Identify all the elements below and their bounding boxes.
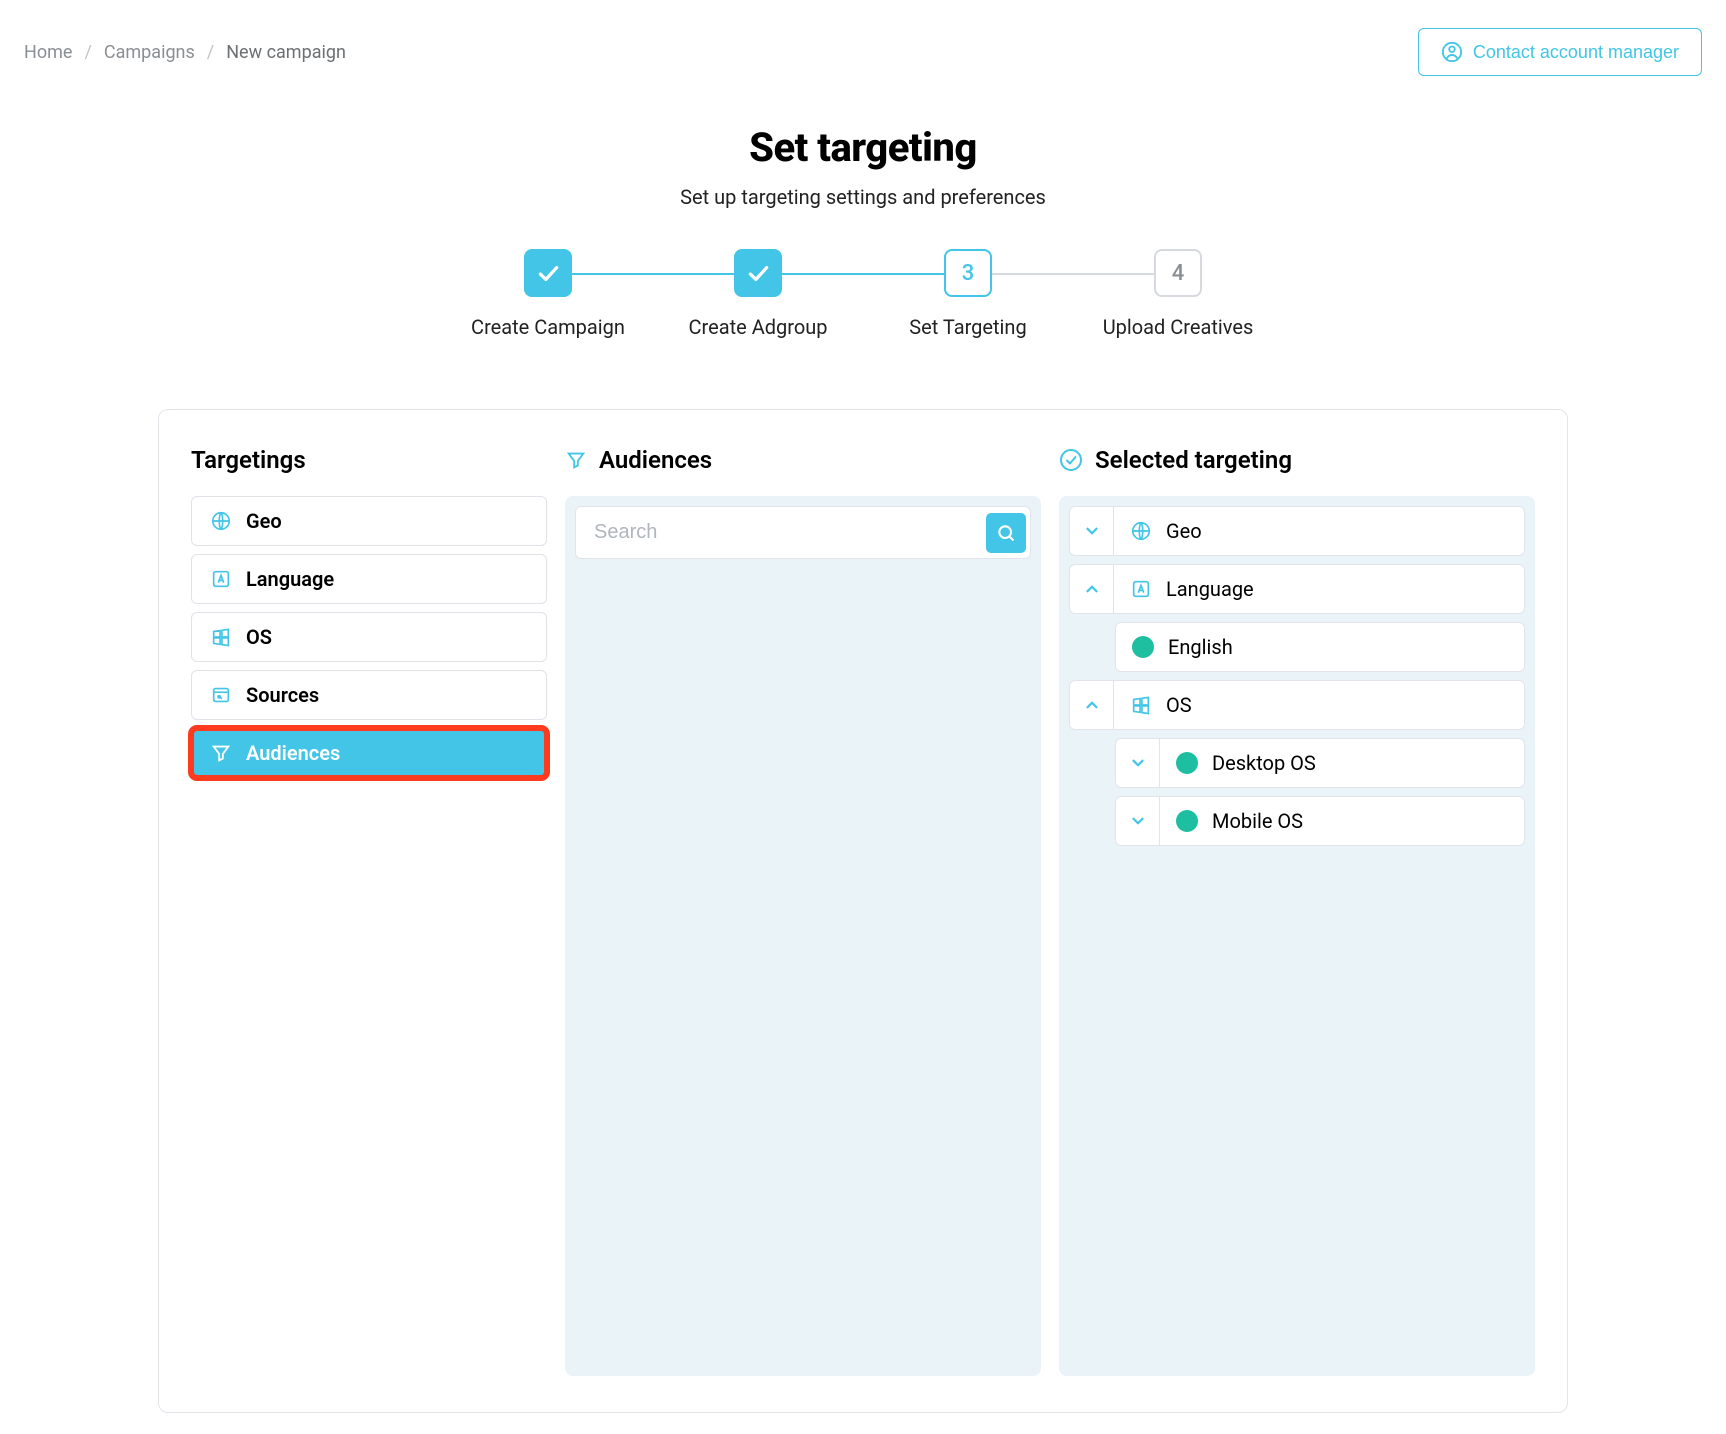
step-set-targeting[interactable]: 3 Set Targeting (863, 249, 1073, 339)
contact-account-manager-button[interactable]: Contact account manager (1418, 28, 1702, 76)
filter-icon (565, 449, 587, 471)
breadcrumb-campaigns[interactable]: Campaigns (104, 42, 195, 63)
targeting-item-geo[interactable]: Geo (191, 496, 547, 546)
selected-label: Geo (1166, 519, 1202, 543)
step-create-campaign[interactable]: Create Campaign (443, 249, 653, 339)
collapse-toggle[interactable] (1070, 681, 1114, 729)
breadcrumb-separator: / (207, 42, 214, 63)
globe-icon (210, 510, 232, 532)
targeting-label: Audiences (246, 741, 340, 765)
selected-english-row[interactable]: English (1115, 622, 1525, 672)
step-label: Create Adgroup (688, 315, 827, 339)
step-label: Upload Creatives (1103, 315, 1254, 339)
language-icon (1130, 578, 1152, 600)
check-circle-icon (1059, 448, 1083, 472)
step-number: 4 (1154, 249, 1202, 297)
contact-button-label: Contact account manager (1473, 42, 1679, 63)
selected-desktop-os-row: Desktop OS (1115, 738, 1525, 788)
check-icon (745, 260, 771, 286)
search-icon (996, 523, 1016, 543)
step-create-adgroup[interactable]: Create Adgroup (653, 249, 863, 339)
targeting-item-sources[interactable]: Sources (191, 670, 547, 720)
stepper: Create Campaign Create Adgroup 3 Set Tar… (24, 249, 1702, 339)
search-button[interactable] (986, 513, 1026, 553)
expand-toggle[interactable] (1116, 739, 1160, 787)
targeting-label: Geo (246, 509, 282, 533)
audiences-column: Audiences (565, 446, 1041, 1376)
selected-geo-row: Geo (1069, 506, 1525, 556)
expand-toggle[interactable] (1070, 507, 1114, 555)
selected-os-row: OS (1069, 680, 1525, 730)
breadcrumb: Home / Campaigns / New campaign (24, 42, 346, 63)
sources-icon (210, 684, 232, 706)
targetings-heading: Targetings (191, 446, 547, 474)
status-dot-icon (1176, 810, 1198, 832)
page-subtitle: Set up targeting settings and preference… (24, 185, 1702, 209)
targeting-item-language[interactable]: Language (191, 554, 547, 604)
targeting-label: OS (246, 625, 272, 649)
filter-icon (210, 742, 232, 764)
language-icon (210, 568, 232, 590)
selected-column: Selected targeting Geo (1059, 446, 1535, 1376)
chevron-up-icon (1083, 580, 1101, 598)
globe-icon (1130, 520, 1152, 542)
targeting-item-audiences[interactable]: Audiences (191, 728, 547, 778)
selected-label: Language (1166, 577, 1254, 601)
selected-mobile-os-row: Mobile OS (1115, 796, 1525, 846)
breadcrumb-current: New campaign (226, 42, 346, 63)
windows-icon (1130, 694, 1152, 716)
step-label: Create Campaign (471, 315, 625, 339)
selected-label: Desktop OS (1212, 751, 1316, 775)
step-number: 3 (944, 249, 992, 297)
windows-icon (210, 626, 232, 648)
breadcrumb-home[interactable]: Home (24, 42, 72, 63)
audiences-heading: Audiences (599, 446, 712, 474)
check-icon (535, 260, 561, 286)
chevron-up-icon (1083, 696, 1101, 714)
selected-language-row: Language (1069, 564, 1525, 614)
user-circle-icon (1441, 41, 1463, 63)
selected-label: Mobile OS (1212, 809, 1303, 833)
chevron-down-icon (1083, 522, 1101, 540)
chevron-down-icon (1129, 812, 1147, 830)
status-dot-icon (1176, 752, 1198, 774)
targeting-item-os[interactable]: OS (191, 612, 547, 662)
search-input[interactable] (580, 511, 986, 554)
targetings-column: Targetings Geo Language (191, 446, 547, 1376)
selected-label: English (1168, 635, 1233, 659)
targeting-label: Language (246, 567, 334, 591)
chevron-down-icon (1129, 754, 1147, 772)
targeting-label: Sources (246, 683, 319, 707)
selected-heading: Selected targeting (1095, 446, 1292, 474)
page-title: Set targeting (24, 124, 1702, 171)
step-label: Set Targeting (909, 315, 1026, 339)
collapse-toggle[interactable] (1070, 565, 1114, 613)
status-dot-icon (1132, 636, 1154, 658)
breadcrumb-separator: / (84, 42, 91, 63)
expand-toggle[interactable] (1116, 797, 1160, 845)
step-upload-creatives[interactable]: 4 Upload Creatives (1073, 249, 1283, 339)
search-wrap (575, 506, 1031, 559)
selected-label: OS (1166, 693, 1192, 717)
